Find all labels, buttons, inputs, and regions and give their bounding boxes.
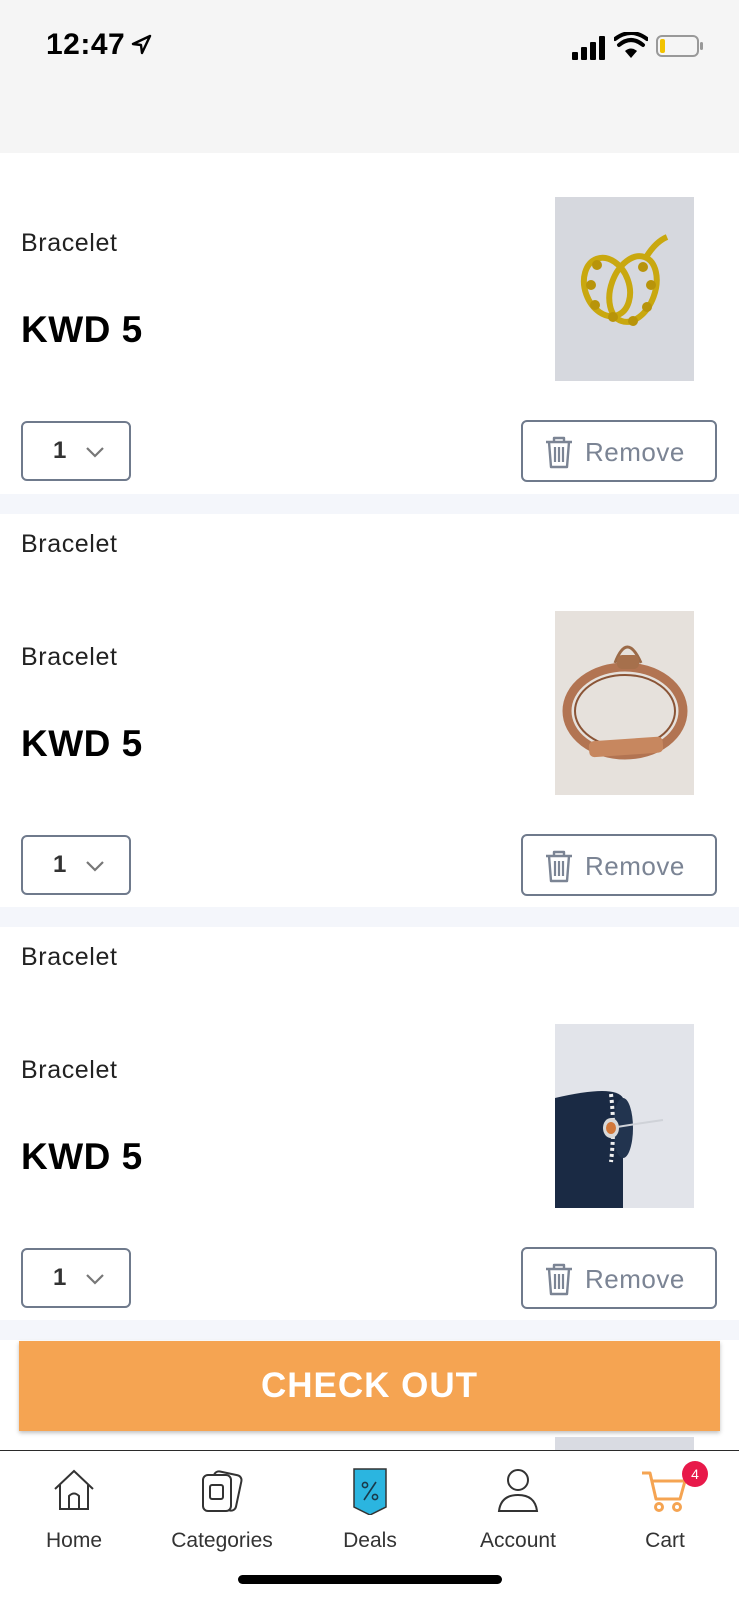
item-price: KWD 5 [21,1136,143,1177]
bracelet-image [555,1024,694,1208]
product-image-rose-gold-bangle[interactable] [555,611,694,795]
remove-label: Remove [585,1264,685,1294]
item-separator [0,494,739,514]
status-time: 12:47 [46,28,126,61]
item-name: Bracelet [21,229,118,257]
home-indicator [238,1575,502,1584]
quantity-value: 1 [53,1264,67,1291]
chevron-down-icon [86,1274,104,1285]
bracelet-image [555,611,694,795]
status-bar: 12:47 [0,0,739,153]
tab-label: Account [480,1529,556,1552]
home-icon [54,1469,94,1510]
product-image-silver-pendant-bracelet[interactable] [555,1024,694,1208]
checkout-button[interactable]: CHECK OUT [19,1341,720,1431]
remove-button[interactable]: Remove [521,834,717,896]
location-arrow-icon [131,34,152,55]
next-product-image [555,1437,694,1451]
quantity-select[interactable]: 1 [21,835,131,895]
tab-label: Cart [645,1529,685,1552]
categories-icon [202,1470,243,1512]
tab-label: Home [45,1529,103,1552]
remove-button[interactable]: Remove [521,1247,717,1309]
tab-label: Categories [171,1529,273,1552]
tab-deals[interactable]: Deals [296,1451,444,1561]
cart-item: Bracelet Bracelet KWD 5 1 Remove [0,514,739,907]
account-icon [497,1469,539,1512]
item-price: KWD 5 [21,309,143,350]
tab-cart[interactable]: 4 Cart [591,1451,739,1561]
item-heading: Bracelet [21,530,118,558]
remove-label: Remove [585,437,685,467]
cart-item: Bracelet Bracelet KWD 5 1 Remove [0,927,739,1320]
chevron-down-icon [86,861,104,872]
trash-icon [546,436,572,469]
item-separator [0,1320,739,1340]
item-heading: Bracelet [21,943,118,971]
chevron-down-icon [86,447,104,458]
wifi-icon [614,32,648,58]
tab-categories[interactable]: Categories [148,1451,296,1561]
tab-label: Deals [343,1529,397,1552]
remove-button[interactable]: Remove [521,420,717,482]
item-separator [0,907,739,927]
quantity-select[interactable]: 1 [21,421,131,481]
bracelet-image [555,197,694,381]
quantity-value: 1 [53,437,67,464]
product-image-gold-chain-bracelet[interactable] [555,197,694,381]
battery-icon [656,35,703,57]
cart-item: Bracelet KWD 5 1 Remove [0,153,739,494]
deals-icon [353,1468,387,1515]
quantity-value: 1 [53,851,67,878]
cart-badge: 4 [682,1461,708,1487]
tab-home[interactable]: Home [0,1451,148,1561]
item-name: Bracelet [21,1056,118,1084]
checkout-label: CHECK OUT [260,1366,479,1405]
quantity-select[interactable]: 1 [21,1248,131,1308]
trash-icon [546,850,572,883]
item-name: Bracelet [21,643,118,671]
remove-label: Remove [585,851,685,881]
item-price: KWD 5 [21,723,143,764]
tab-account[interactable]: Account [444,1451,592,1561]
cellular-signal-icon [572,36,605,60]
trash-icon [546,1263,572,1296]
